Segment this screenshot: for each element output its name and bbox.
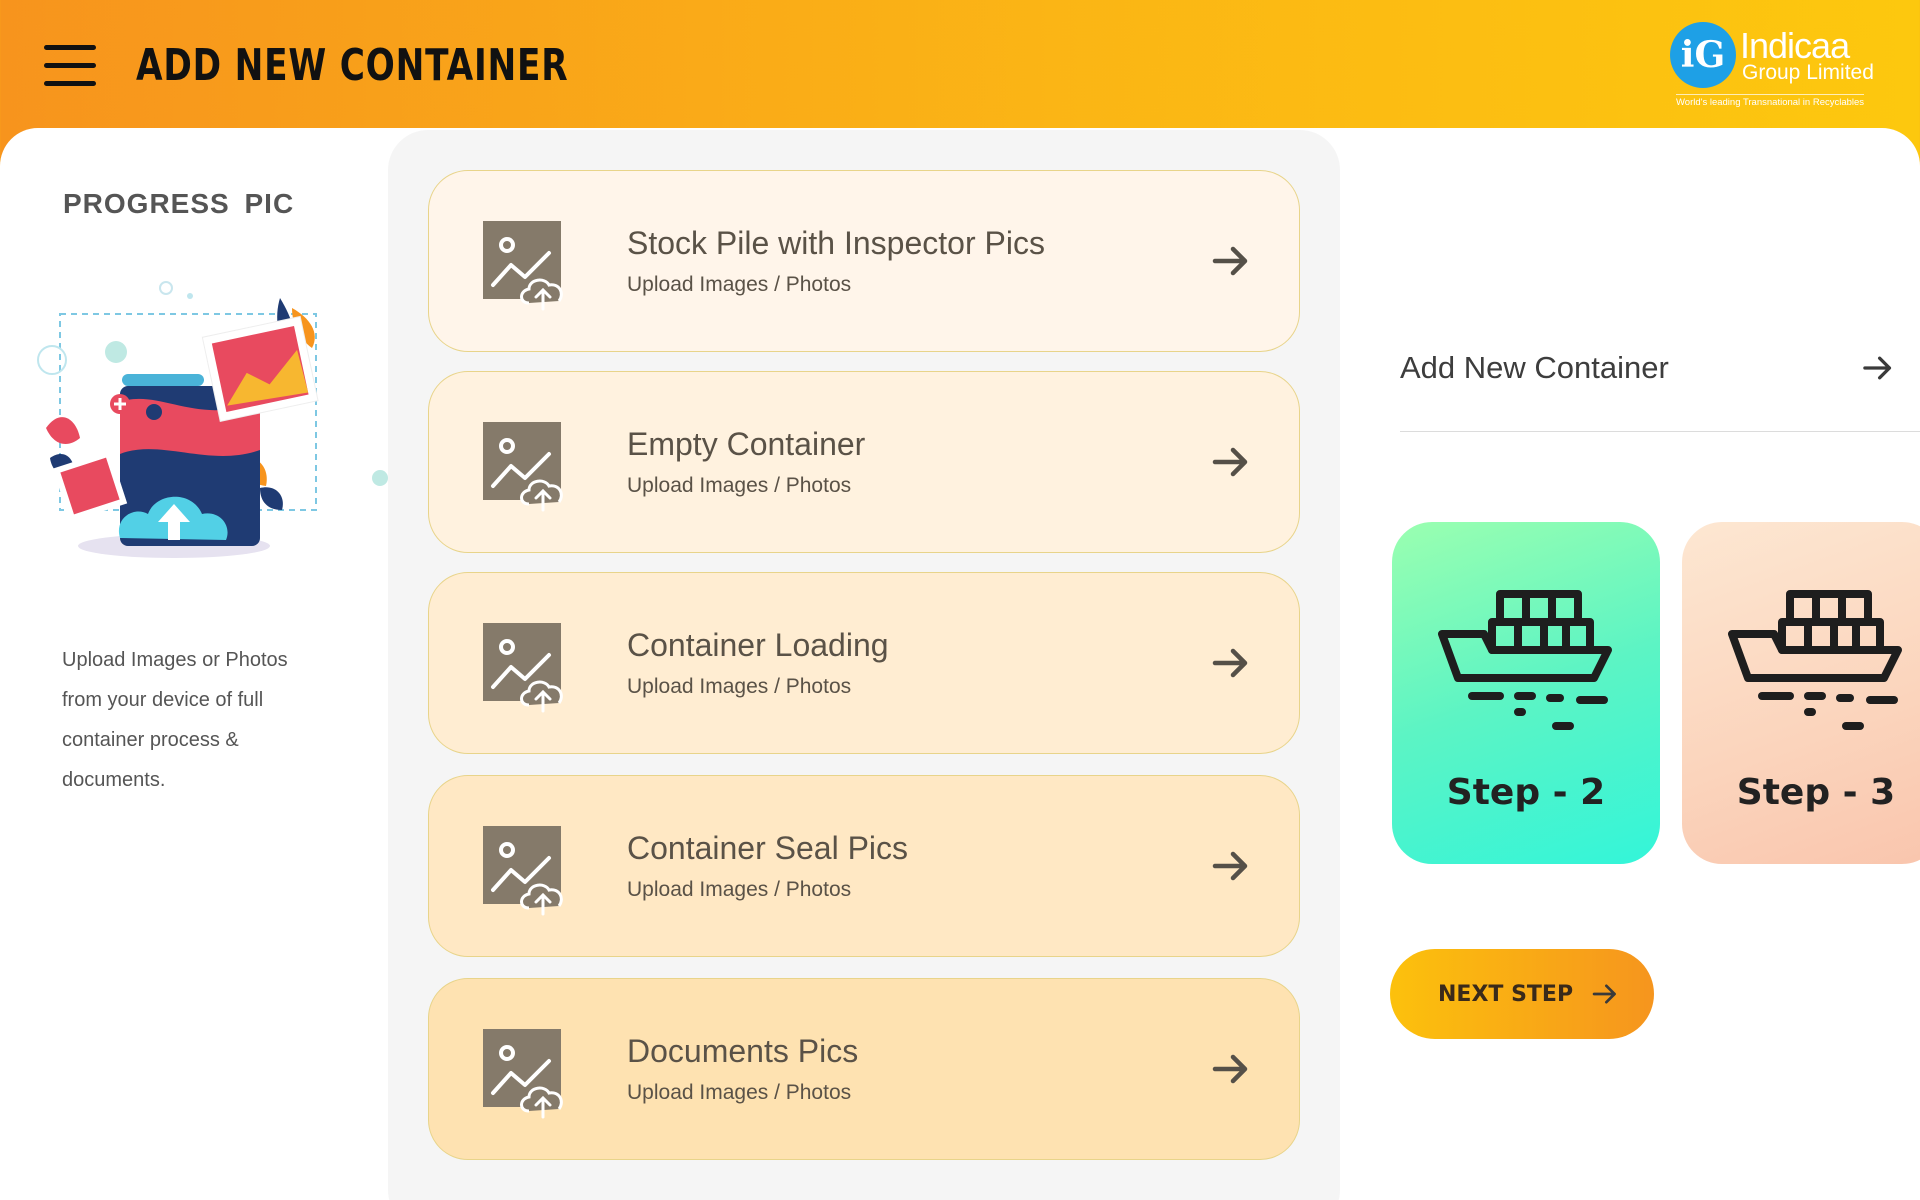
menu-bar	[44, 81, 96, 86]
upload-photos-illustration-icon	[37, 281, 388, 558]
card-title: Container Loading	[627, 627, 889, 663]
menu-bar	[44, 45, 96, 50]
company-logo[interactable]: iG Indicaa Group Limited World's leading…	[1668, 18, 1878, 110]
arrow-right-icon	[1209, 1047, 1253, 1091]
hamburger-menu-button[interactable]	[44, 45, 96, 87]
arrow-right-icon	[1209, 641, 1253, 685]
card-subtitle: Upload Images / Photos	[627, 474, 852, 497]
logo-tagline: World's leading Transnational in Recycla…	[1676, 94, 1865, 108]
cargo-ship-icon	[1728, 588, 1904, 736]
step-label: Step - 3	[1736, 772, 1896, 813]
next-step-button[interactable]: NEXT STEP	[1390, 949, 1654, 1039]
section-description: Upload Images or Photos from your device…	[62, 649, 288, 791]
card-subtitle: Upload Images / Photos	[627, 1081, 852, 1104]
arrow-right-icon	[1590, 979, 1620, 1009]
section-title: PROGRESS PIC	[63, 188, 295, 219]
arrow-right-icon	[1209, 440, 1253, 484]
card-subtitle: Upload Images / Photos	[627, 675, 852, 698]
upload-card-empty-container[interactable]: Empty Container Upload Images / Photos	[428, 371, 1300, 553]
card-title: Container Seal Pics	[627, 830, 909, 866]
logo-name: Indicaa	[1740, 25, 1850, 66]
upload-card-stock-pile[interactable]: Stock Pile with Inspector Pics Upload Im…	[428, 170, 1300, 352]
step-card-2[interactable]: Step - 2	[1392, 522, 1660, 864]
image-upload-icon	[479, 621, 571, 713]
arrow-right-icon	[1209, 844, 1253, 888]
image-upload-icon	[479, 824, 571, 916]
card-subtitle: Upload Images / Photos	[627, 273, 852, 296]
app-header: ADD NEW CONTAINER iG Indicaa Group Limit…	[0, 0, 1920, 128]
step-card-3[interactable]: Step - 3	[1682, 522, 1920, 864]
card-title: Empty Container	[627, 426, 866, 462]
image-upload-icon	[479, 219, 571, 311]
card-title: Documents Pics	[627, 1033, 859, 1069]
upload-list-panel: Stock Pile with Inspector Pics Upload Im…	[388, 130, 1340, 1200]
logo-subtitle: Group Limited	[1742, 61, 1874, 84]
add-new-container-link[interactable]: Add New Container	[1400, 350, 1920, 432]
upload-card-documents[interactable]: Documents Pics Upload Images / Photos	[428, 978, 1300, 1160]
main-panel: PROGRESS PIC Upload Images or Photos fro…	[0, 128, 1920, 1200]
arrow-right-icon	[1860, 350, 1896, 386]
card-title: Stock Pile with Inspector Pics	[627, 225, 1045, 261]
next-step-label: NEXT STEP	[1438, 982, 1574, 1007]
step-label: Step - 2	[1446, 772, 1606, 813]
menu-bar	[44, 63, 96, 68]
page-title: ADD NEW CONTAINER	[136, 40, 569, 91]
upload-card-container-seal[interactable]: Container Seal Pics Upload Images / Phot…	[428, 775, 1300, 957]
logo-mark: iG	[1670, 22, 1736, 88]
image-upload-icon	[479, 420, 571, 512]
arrow-right-icon	[1209, 239, 1253, 283]
cargo-ship-icon	[1438, 588, 1614, 736]
card-subtitle: Upload Images / Photos	[627, 878, 852, 901]
upload-card-container-loading[interactable]: Container Loading Upload Images / Photos	[428, 572, 1300, 754]
add-new-container-label: Add New Container	[1400, 350, 1669, 385]
image-upload-icon	[479, 1027, 571, 1119]
